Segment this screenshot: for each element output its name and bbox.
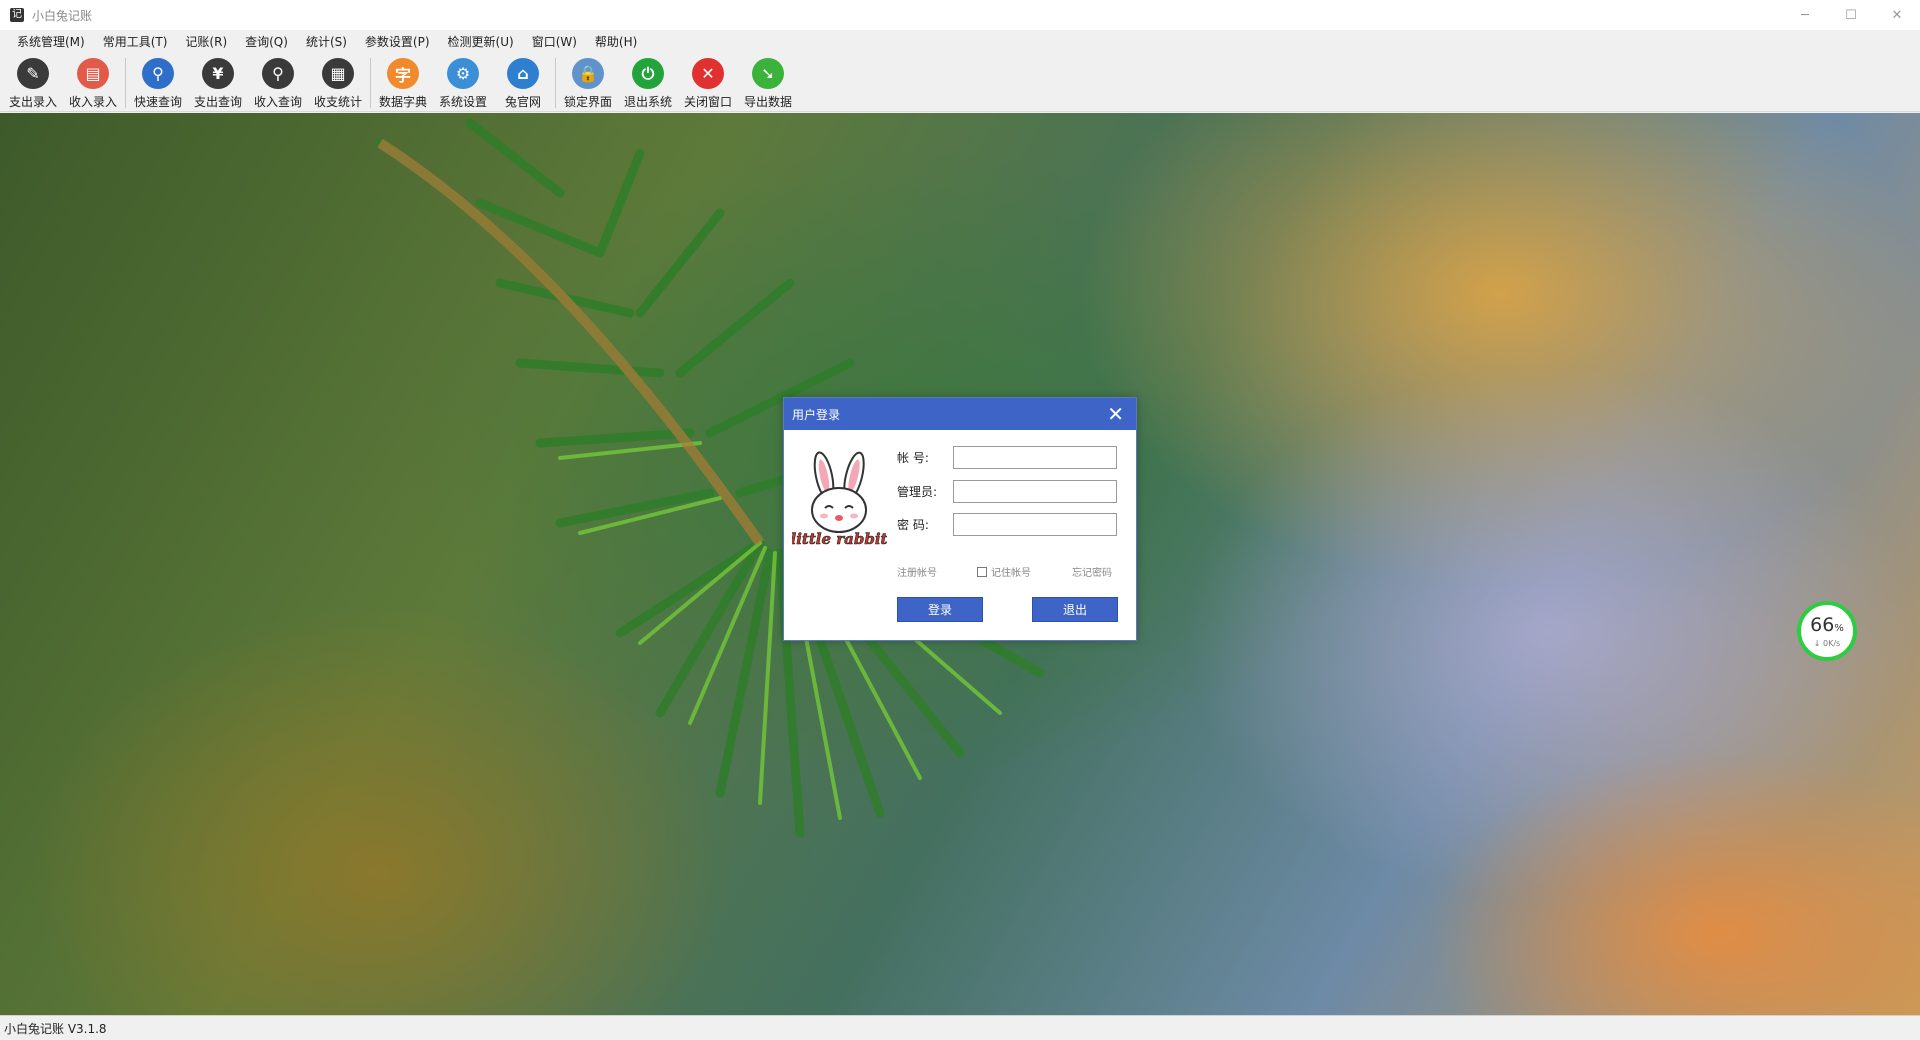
login-dialog-title: 用户登录: [792, 407, 841, 422]
close-button[interactable]: ✕: [1874, 0, 1920, 30]
login-close-icon[interactable]: ✕: [1107, 403, 1124, 425]
power-icon: ⏻: [632, 58, 664, 89]
register-link[interactable]: 注册帐号: [897, 564, 937, 579]
network-gauge[interactable]: 66% ↓ 0K/s: [1797, 601, 1857, 661]
statistics-button[interactable]: ▦ 收支统计: [308, 55, 368, 110]
exit-system-button[interactable]: ⏻ 退出系统: [618, 55, 678, 110]
lock-icon: 🔒: [572, 58, 604, 89]
gauge-value: 66%: [1810, 613, 1844, 636]
toolbar-separator: [555, 58, 556, 108]
status-bar: 小白兔记账 V3.1.8: [0, 1015, 1920, 1040]
minimize-button[interactable]: ─: [1782, 0, 1828, 30]
maximize-button[interactable]: ☐: [1828, 0, 1874, 30]
close-window-button[interactable]: ✕ 关闭窗口: [678, 55, 738, 110]
menu-record[interactable]: 记账(R): [176, 30, 236, 55]
password-row: 密 码:: [897, 513, 1117, 536]
remember-account[interactable]: 记住帐号: [977, 564, 1031, 579]
logo-text: little rabbit: [792, 530, 887, 548]
exit-button[interactable]: 退出: [1032, 597, 1118, 622]
password-label: 密 码:: [897, 518, 929, 532]
income-entry-icon: ▤: [77, 58, 109, 89]
menu-window[interactable]: 窗口(W): [523, 30, 586, 55]
income-entry-button[interactable]: ▤ 收入录入: [63, 55, 123, 110]
income-query-icon: ⚲: [262, 58, 294, 89]
expense-query-button[interactable]: ¥ 支出查询: [188, 55, 248, 110]
menu-bar: 系统管理(M) 常用工具(T) 记账(R) 查询(Q) 统计(S) 参数设置(P…: [0, 30, 1920, 55]
menu-system[interactable]: 系统管理(M): [8, 30, 94, 55]
login-button[interactable]: 登录: [897, 597, 983, 622]
quick-search-button[interactable]: ⚲ 快速查询: [128, 55, 188, 110]
export-icon: ➘: [752, 58, 784, 89]
remember-checkbox[interactable]: [977, 567, 987, 577]
statistics-icon: ▦: [322, 58, 354, 89]
admin-label: 管理员:: [897, 485, 938, 499]
quick-search-icon: ⚲: [142, 58, 174, 89]
income-query-button[interactable]: ⚲ 收入查询: [248, 55, 308, 110]
login-dialog-header: 用户登录 ✕: [784, 398, 1136, 430]
toolbar-separator: [370, 58, 371, 108]
expense-entry-button[interactable]: ✎ 支出录入: [3, 55, 63, 110]
forgot-password-link[interactable]: 忘记密码: [1072, 564, 1112, 579]
toolbar-separator: [125, 58, 126, 108]
toolbar: ✎ 支出录入 ▤ 收入录入 ⚲ 快速查询 ¥ 支出查询 ⚲ 收入查询 ▦ 收支统计 字数据字…: [0, 55, 1920, 112]
little-rabbit-logo: little rabbit: [792, 451, 887, 548]
gauge-speed: ↓ 0K/s: [1813, 638, 1841, 648]
account-input[interactable]: [953, 446, 1117, 469]
password-input[interactable]: [953, 513, 1117, 536]
menu-help[interactable]: 帮助(H): [586, 30, 646, 55]
app-icon: 记: [10, 8, 24, 22]
title-bar: 记 小白兔记账 ─ ☐ ✕: [0, 0, 1920, 30]
lock-screen-button[interactable]: 🔒 锁定界面: [558, 55, 618, 110]
login-dialog: 用户登录 ✕ little rabbit 帐 号: 管理员: 密 码: 注册帐号…: [783, 397, 1137, 641]
menu-update[interactable]: 检测更新(U): [439, 30, 523, 55]
version-text: 小白兔记账 V3.1.8: [4, 1021, 107, 1036]
window-controls: ─ ☐ ✕: [1782, 0, 1920, 30]
account-row: 帐 号:: [897, 446, 1117, 469]
export-data-button[interactable]: ➘ 导出数据: [738, 55, 798, 110]
data-dictionary-icon: 字: [387, 58, 419, 89]
home-icon: ⌂: [507, 58, 539, 89]
menu-tools[interactable]: 常用工具(T): [94, 30, 177, 55]
menu-parameters[interactable]: 参数设置(P): [356, 30, 439, 55]
account-label: 帐 号:: [897, 451, 929, 465]
settings-icon: ⚙: [447, 58, 479, 89]
website-button[interactable]: ⌂ 兔官网: [493, 55, 553, 110]
data-dictionary-button[interactable]: 字数据字典: [373, 55, 433, 110]
window-title: 小白兔记账: [32, 8, 93, 23]
admin-input[interactable]: [953, 480, 1117, 503]
expense-query-icon: ¥: [202, 58, 234, 89]
admin-row: 管理员:: [897, 480, 1117, 503]
remember-label: 记住帐号: [991, 568, 1031, 579]
menu-statistics[interactable]: 统计(S): [297, 30, 356, 55]
menu-query[interactable]: 查询(Q): [236, 30, 297, 55]
settings-button[interactable]: ⚙ 系统设置: [433, 55, 493, 110]
close-window-icon: ✕: [692, 58, 724, 89]
expense-entry-icon: ✎: [17, 58, 49, 89]
